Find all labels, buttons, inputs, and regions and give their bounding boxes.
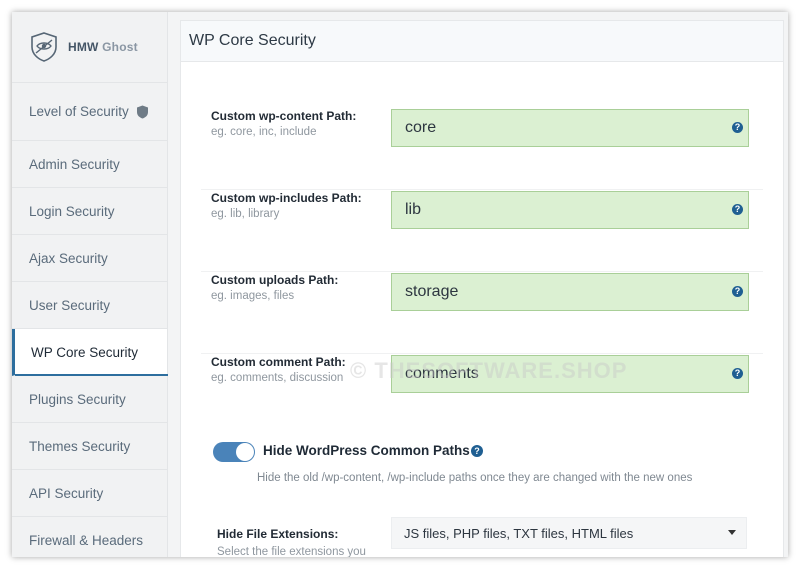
field-hint: eg. comments, discussion — [211, 372, 344, 384]
select-value: JS files, PHP files, TXT files, HTML fil… — [404, 525, 634, 541]
sidebar-item-admin-security[interactable]: Admin Security — [12, 141, 167, 188]
hide-file-extensions-row: Hide File Extensions: Select the file ex… — [217, 517, 777, 557]
brand-name-sub: Ghost — [102, 40, 138, 54]
sidebar-item-label: Ajax Security — [29, 250, 108, 266]
toggle-description: Hide the old /wp-content, /wp-include pa… — [257, 472, 693, 484]
help-icon[interactable]: ? — [732, 122, 743, 133]
field-label: Custom wp-content Path: — [211, 109, 357, 123]
sidebar-item-label: Level of Security — [29, 104, 129, 119]
field-label: Custom wp-includes Path: — [211, 191, 362, 205]
ghost-logo-icon — [31, 32, 57, 62]
help-icon[interactable]: ? — [732, 368, 743, 379]
field-label: Custom uploads Path: — [211, 273, 339, 287]
sidebar-item-ajax-security[interactable]: Ajax Security — [12, 235, 167, 282]
wp-content-path-row: Custom wp-content Path: eg. core, inc, i… — [201, 109, 763, 190]
sidebar-item-themes-security[interactable]: Themes Security — [12, 423, 167, 470]
comment-path-input[interactable]: comments ? — [391, 355, 749, 393]
sidebar-item-user-security[interactable]: User Security — [12, 282, 167, 329]
field-value: comments — [405, 365, 479, 382]
wp-content-path-input[interactable]: core ? — [391, 109, 749, 147]
hide-common-paths-toggle[interactable] — [213, 442, 255, 462]
sidebar-item-wp-core-security[interactable]: WP Core Security — [12, 329, 168, 376]
sidebar-item-label: Plugins Security — [29, 391, 126, 407]
sidebar-item-api-security[interactable]: API Security — [12, 470, 167, 517]
sidebar-item-plugins-security[interactable]: Plugins Security — [12, 376, 167, 423]
sidebar-item-label: Firewall & Headers — [29, 532, 144, 548]
help-icon[interactable]: ? — [732, 204, 743, 215]
field-value: storage — [405, 283, 459, 300]
field-hint: eg. core, inc, include — [211, 126, 317, 138]
sidebar: HMW Ghost Level of Security Admin Securi… — [12, 12, 168, 557]
page-title: WP Core Security — [189, 32, 316, 49]
help-icon[interactable]: ? — [471, 445, 483, 457]
sidebar-item-label: Admin Security — [29, 156, 120, 172]
sidebar-item-login-security[interactable]: Login Security — [12, 188, 167, 235]
field-hint: eg. images, files — [211, 290, 295, 302]
sidebar-item-label: User Security — [29, 297, 111, 313]
settings-panel: WP Core Security Custom wp-content Path:… — [180, 20, 784, 557]
brand-name-main: HMW — [68, 40, 99, 54]
sidebar-item-label: Themes Security — [29, 438, 131, 454]
uploads-path-input[interactable]: storage ? — [391, 273, 749, 311]
sidebar-item-label: API Security — [29, 485, 104, 501]
field-value: core — [405, 119, 437, 136]
field-value: lib — [405, 201, 422, 218]
field-label: Custom comment Path: — [211, 355, 346, 369]
help-icon[interactable]: ? — [732, 286, 743, 297]
shield-icon — [136, 105, 148, 118]
brand-name: HMW Ghost — [68, 40, 138, 54]
sidebar-item-level-of-security[interactable]: Level of Security — [12, 83, 167, 141]
comment-path-row: Custom comment Path: eg. comments, discu… — [201, 355, 763, 435]
sidebar-item-label: WP Core Security — [31, 344, 139, 360]
brand: HMW Ghost — [12, 12, 167, 83]
sidebar-item-label: Login Security — [29, 203, 115, 219]
toggle-label: Hide WordPress Common Paths — [263, 443, 470, 458]
wp-includes-path-row: Custom wp-includes Path: eg. lib, librar… — [201, 191, 763, 272]
uploads-path-row: Custom uploads Path: eg. images, files s… — [201, 273, 763, 354]
app-window: HMW Ghost Level of Security Admin Securi… — [12, 12, 788, 557]
file-extensions-select[interactable]: JS files, PHP files, TXT files, HTML fil… — [391, 517, 747, 549]
wp-includes-path-input[interactable]: lib ? — [391, 191, 749, 229]
field-hint: eg. lib, library — [211, 208, 280, 220]
toggle-knob — [236, 443, 254, 461]
caret-down-icon — [728, 530, 736, 535]
sidebar-item-firewall-headers[interactable]: Firewall & Headers — [12, 517, 167, 557]
panel-header: WP Core Security — [181, 21, 783, 62]
